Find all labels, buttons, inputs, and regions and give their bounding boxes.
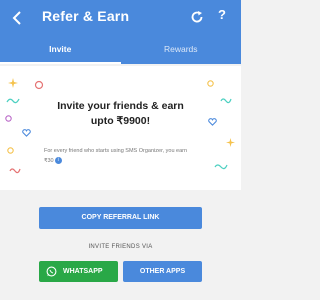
circle-confetti-icon	[7, 147, 14, 154]
promo-card: Invite your friends & earn upto ₹9900! F…	[0, 66, 241, 190]
wave-confetti-icon	[214, 164, 228, 170]
app-bar: Refer & Earn ? Invite Rewards	[0, 0, 241, 64]
star-confetti-icon	[8, 78, 18, 88]
info-icon[interactable]: i	[54, 157, 62, 165]
promo-description: For every friend who starts using SMS Or…	[44, 146, 214, 166]
copy-referral-link-button[interactable]: COPY REFERRAL LINK	[39, 207, 202, 229]
tab-bar: Invite Rewards	[0, 38, 241, 64]
tab-rewards[interactable]: Rewards	[121, 38, 242, 64]
help-button[interactable]: ?	[218, 7, 226, 22]
tab-invite[interactable]: Invite	[0, 38, 121, 64]
promo-headline: Invite your friends & earn upto ₹9900!	[0, 99, 241, 129]
circle-confetti-icon	[207, 80, 214, 87]
circle-confetti-icon	[34, 80, 44, 90]
description-text: For every friend who starts using SMS Or…	[44, 148, 188, 154]
whatsapp-icon	[46, 266, 57, 277]
other-apps-button[interactable]: OTHER APPS	[123, 261, 202, 282]
headline-line-1: Invite your friends & earn	[57, 100, 184, 112]
page-title: Refer & Earn	[42, 8, 130, 24]
earn-amount: ₹30	[44, 158, 54, 164]
star-confetti-icon	[226, 138, 235, 147]
invite-via-label: INVITE FRIENDS VIA	[88, 244, 153, 250]
wave-confetti-icon	[9, 168, 21, 174]
whatsapp-label: WHATSAPP	[63, 268, 103, 275]
refresh-icon[interactable]	[190, 10, 204, 24]
whatsapp-button[interactable]: WHATSAPP	[39, 261, 118, 282]
headline-line-2: upto ₹9900!	[90, 115, 151, 127]
back-arrow-icon[interactable]	[10, 10, 24, 26]
heart-confetti-icon	[22, 129, 31, 137]
